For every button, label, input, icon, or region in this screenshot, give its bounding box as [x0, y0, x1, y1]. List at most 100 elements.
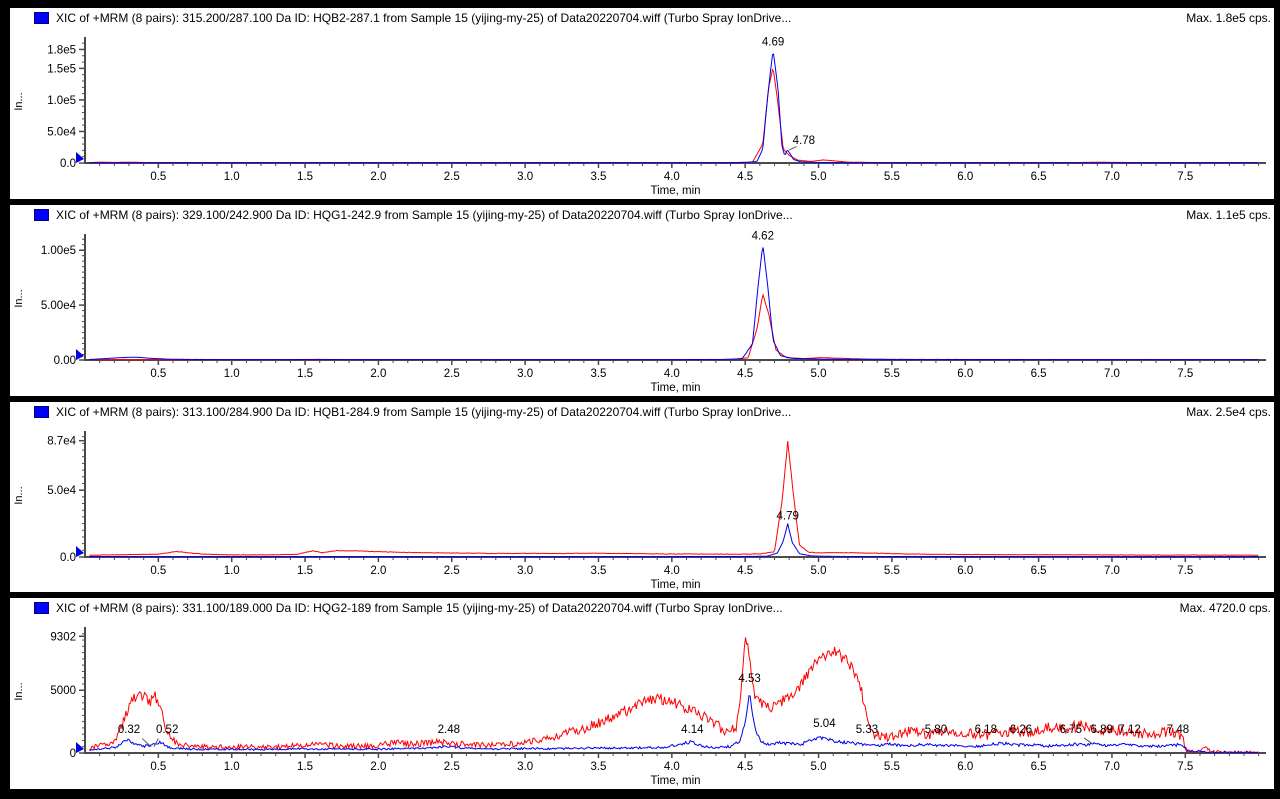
chromatogram-panel-1: XIC of +MRM (8 pairs): 315.200/287.100 D…: [10, 8, 1274, 199]
time-axis-title: Time, min: [650, 775, 700, 787]
red-trace[interactable]: [89, 441, 1258, 555]
panel-title: XIC of +MRM (8 pairs): 329.100/242.900 D…: [56, 208, 793, 222]
red-trace[interactable]: [89, 295, 1258, 360]
chromatogram-plot[interactable]: 0500093020.51.01.52.02.53.03.54.04.55.05…: [10, 618, 1274, 789]
x-tick-label: 7.5: [1177, 761, 1193, 773]
x-tick-label: 3.5: [590, 565, 606, 577]
x-tick-label: 7.0: [1104, 171, 1120, 183]
y-tick-label: 1.00e5: [41, 245, 76, 257]
x-tick-label: 6.5: [1031, 761, 1047, 773]
trace-color-swatch-icon[interactable]: [34, 209, 49, 221]
time-axis-title: Time, min: [650, 579, 700, 591]
peak-label: 7.48: [1167, 724, 1189, 736]
peak-label: 4.69: [762, 37, 784, 49]
x-tick-label: 0.5: [150, 368, 166, 380]
peak-label: 0.52: [156, 724, 178, 736]
y-tick-label: 0: [70, 748, 76, 760]
origin-marker-icon: [76, 742, 84, 753]
x-tick-label: 6.0: [957, 761, 973, 773]
peak-label-leader: [789, 147, 796, 150]
trace-color-swatch-icon[interactable]: [34, 406, 49, 418]
x-tick-label: 3.5: [590, 368, 606, 380]
peak-label: 2.48: [438, 724, 460, 736]
x-tick-label: 6.0: [957, 171, 973, 183]
peak-label: 4.79: [777, 510, 799, 522]
peak-label: 7.12: [1118, 724, 1140, 736]
peak-label-leader: [154, 739, 158, 747]
x-tick-label: 2.0: [370, 368, 386, 380]
x-tick-label: 3.0: [517, 761, 533, 773]
peak-label: 6.75: [1060, 724, 1082, 736]
x-tick-label: 4.0: [664, 171, 680, 183]
max-intensity-label: Max. 1.8e5 cps.: [1186, 11, 1271, 25]
intensity-axis-title: In...: [13, 683, 25, 701]
chromatogram-plot[interactable]: 0.05.0e48.7e40.51.01.52.02.53.03.54.04.5…: [10, 422, 1274, 593]
red-trace[interactable]: [89, 70, 1258, 163]
intensity-axis-title: In...: [13, 486, 25, 504]
x-tick-label: 2.5: [444, 565, 460, 577]
red-trace[interactable]: [89, 638, 1258, 754]
x-tick-label: 7.5: [1177, 565, 1193, 577]
panel-header: XIC of +MRM (8 pairs): 331.100/189.000 D…: [10, 598, 1274, 618]
x-tick-label: 2.5: [444, 368, 460, 380]
x-tick-label: 6.5: [1031, 565, 1047, 577]
x-tick-label: 4.5: [737, 565, 753, 577]
x-tick-label: 5.5: [884, 565, 900, 577]
chromatogram-svg: 0.05.0e41.0e51.5e51.8e50.51.01.52.02.53.…: [10, 28, 1274, 199]
x-tick-label: 5.5: [884, 171, 900, 183]
x-tick-label: 4.0: [664, 761, 680, 773]
x-tick-label: 1.0: [224, 368, 240, 380]
x-tick-label: 3.5: [590, 171, 606, 183]
x-tick-label: 4.5: [737, 761, 753, 773]
x-tick-label: 6.0: [957, 565, 973, 577]
blue-trace[interactable]: [89, 696, 1258, 753]
origin-marker-icon: [76, 546, 84, 557]
max-intensity-label: Max. 1.1e5 cps.: [1186, 208, 1271, 222]
x-tick-label: 1.0: [224, 565, 240, 577]
x-tick-label: 4.5: [737, 171, 753, 183]
x-tick-label: 7.5: [1177, 171, 1193, 183]
chromatogram-panel-3: XIC of +MRM (8 pairs): 313.100/284.900 D…: [10, 402, 1274, 593]
blue-trace[interactable]: [89, 54, 1258, 163]
x-tick-label: 7.0: [1104, 368, 1120, 380]
peak-label: 4.62: [752, 230, 774, 242]
x-tick-label: 5.0: [811, 368, 827, 380]
panel-title: XIC of +MRM (8 pairs): 331.100/189.000 D…: [56, 601, 783, 615]
chromatogram-plot[interactable]: 0.05.0e41.0e51.5e51.8e50.51.01.52.02.53.…: [10, 28, 1274, 199]
peak-label: 5.80: [925, 724, 947, 736]
x-tick-label: 2.0: [370, 761, 386, 773]
x-tick-label: 0.5: [150, 171, 166, 183]
peak-label: 4.78: [793, 135, 815, 147]
y-tick-label: 5.00e4: [41, 300, 77, 312]
application-frame: XIC of +MRM (8 pairs): 315.200/287.100 D…: [0, 0, 1280, 799]
x-tick-label: 0.5: [150, 761, 166, 773]
panel-header: XIC of +MRM (8 pairs): 313.100/284.900 D…: [10, 402, 1274, 422]
x-tick-label: 5.5: [884, 368, 900, 380]
time-axis-title: Time, min: [650, 185, 700, 197]
x-tick-label: 6.5: [1031, 368, 1047, 380]
x-tick-label: 1.5: [297, 368, 313, 380]
x-tick-label: 3.0: [517, 565, 533, 577]
y-tick-label: 1.0e5: [47, 95, 76, 107]
blue-trace[interactable]: [89, 523, 1258, 556]
chromatogram-panel-4: XIC of +MRM (8 pairs): 331.100/189.000 D…: [10, 598, 1274, 789]
x-tick-label: 0.5: [150, 565, 166, 577]
trace-color-swatch-icon[interactable]: [34, 12, 49, 24]
x-tick-label: 5.0: [811, 171, 827, 183]
origin-marker-icon: [76, 152, 84, 163]
blue-trace[interactable]: [89, 247, 1258, 359]
peak-label: 6.26: [1010, 724, 1032, 736]
y-tick-label: 0.00: [54, 355, 76, 367]
time-axis-title: Time, min: [650, 382, 700, 394]
y-tick-label: 9302: [50, 632, 76, 644]
x-tick-label: 1.5: [297, 761, 313, 773]
peak-label: 4.14: [681, 724, 704, 736]
x-tick-label: 5.0: [811, 761, 827, 773]
max-intensity-label: Max. 2.5e4 cps.: [1186, 405, 1271, 419]
trace-color-swatch-icon[interactable]: [34, 602, 49, 614]
peak-label: 5.04: [813, 718, 836, 730]
x-tick-label: 6.0: [957, 368, 973, 380]
chromatogram-plot[interactable]: 0.005.00e41.00e50.51.01.52.02.53.03.54.0…: [10, 225, 1274, 396]
x-tick-label: 4.5: [737, 368, 753, 380]
y-tick-label: 0.0: [60, 158, 76, 170]
